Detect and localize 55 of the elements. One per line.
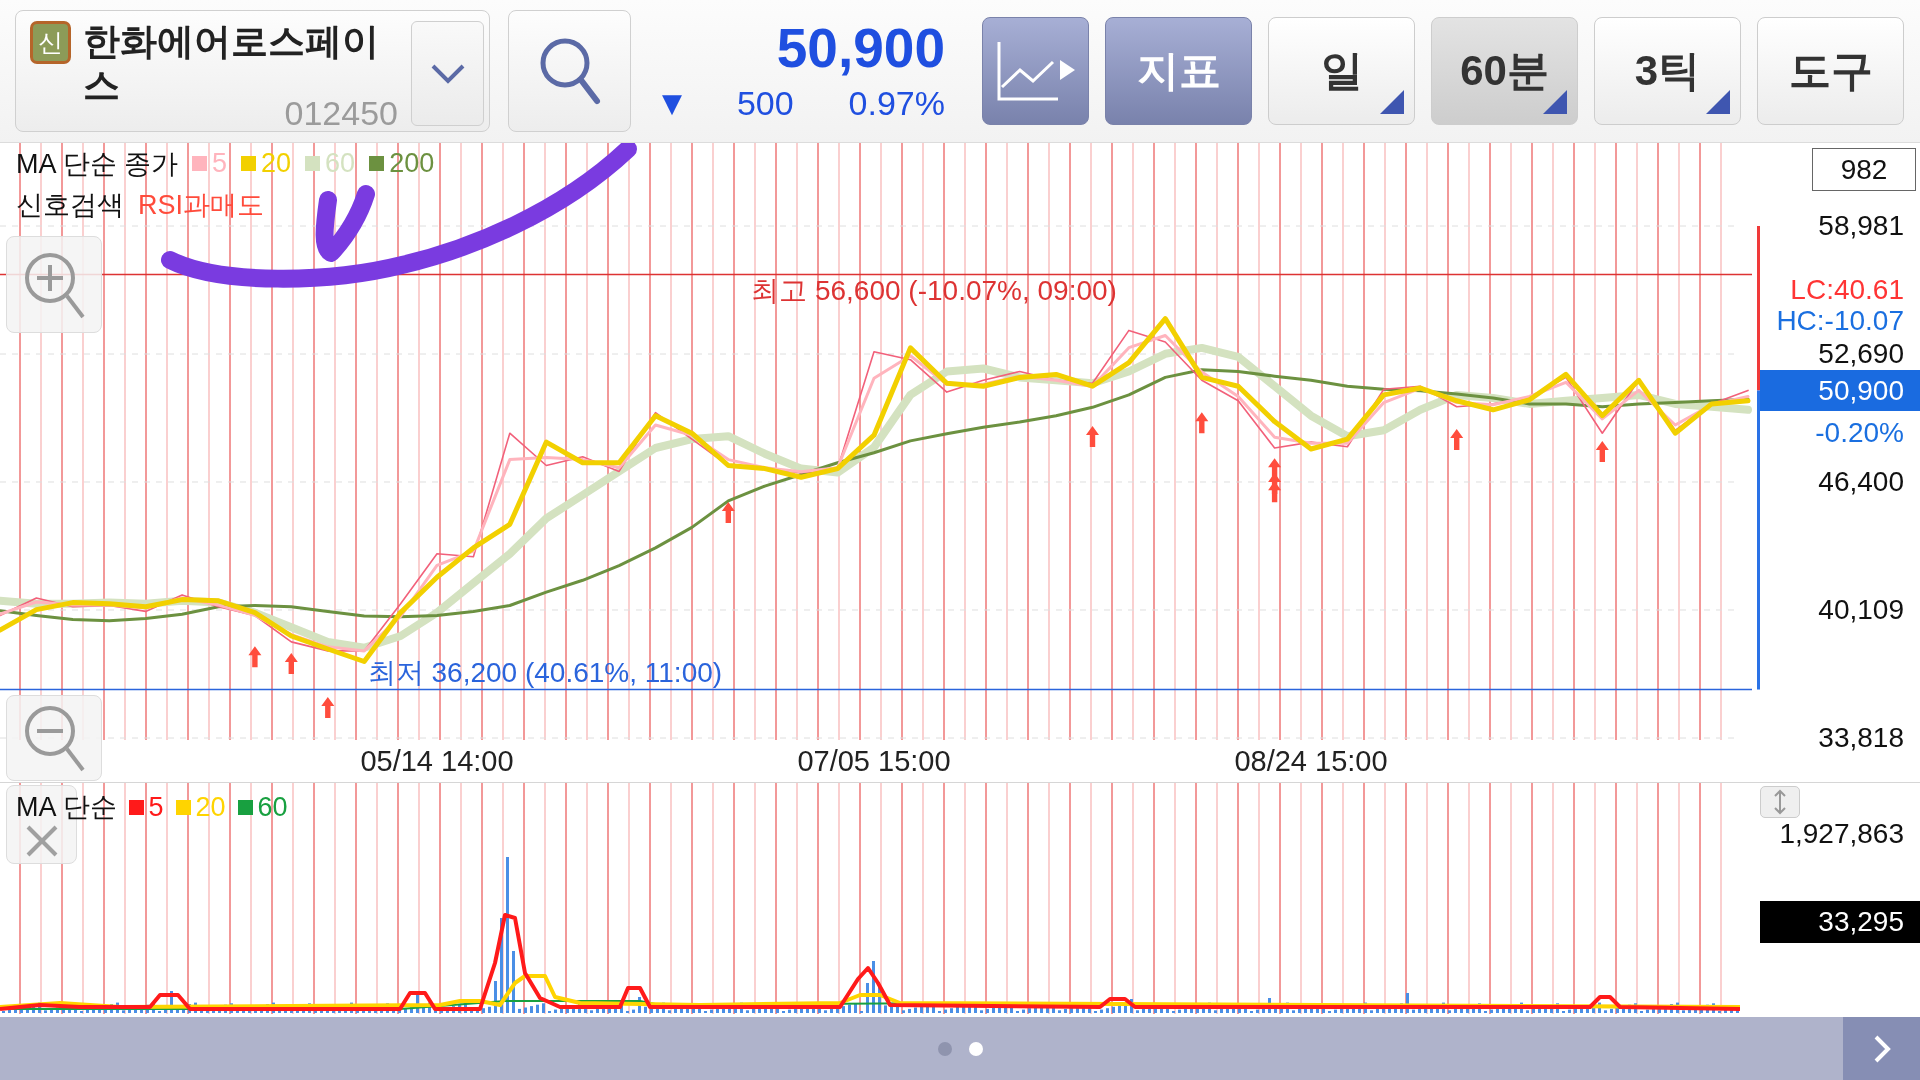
next-page-button[interactable]: [1843, 1017, 1920, 1080]
signal-name: RSI과매도: [138, 188, 264, 222]
signal-label: 신호검색: [16, 188, 124, 222]
period-tab[interactable]: 60분: [1431, 17, 1578, 125]
period-tab[interactable]: 일: [1268, 17, 1415, 125]
range-stat-label: LC:40.61: [1790, 274, 1904, 306]
axis-tick-label: 33,818: [1818, 723, 1904, 753]
zoom-in-button[interactable]: [6, 236, 102, 333]
legend-label: 5: [212, 148, 228, 179]
up-down-arrow-icon: [1772, 789, 1788, 815]
axis-tick-label: 1,927,863: [1779, 819, 1904, 849]
corner-triangle-icon: [1543, 90, 1567, 114]
current-price: 50,900: [776, 19, 945, 77]
change-percent-label: -0.20%: [1815, 418, 1904, 449]
chevron-right-icon: [1872, 1033, 1891, 1064]
axis-tick-label: 05/14 14:00: [360, 744, 514, 779]
axis-tick-label: 07/05 15:00: [797, 744, 951, 779]
corner-triangle-icon: [1706, 90, 1730, 114]
corner-triangle-icon: [1380, 90, 1404, 114]
price-level-label: 최저 36,200 (40.61%, 11:00): [367, 656, 723, 689]
legend-label: 20: [195, 792, 226, 822]
current-price-tag: 50,900: [1760, 369, 1920, 411]
stock-flag-badge: 신: [30, 21, 71, 64]
chevron-down-icon: [430, 63, 465, 84]
legend-label: 60: [325, 148, 356, 179]
chart-type-button[interactable]: [982, 17, 1089, 125]
legend-label: 200: [389, 148, 435, 179]
scale-toggle-button[interactable]: [1760, 786, 1800, 818]
axis-tick-label: 40,109: [1818, 595, 1904, 625]
legend-label: 60: [257, 792, 288, 822]
axis-tick-label: 08/24 15:00: [1234, 744, 1388, 779]
search-icon: [538, 37, 601, 105]
axis-tick-label: 58,981: [1818, 211, 1904, 241]
period-tab[interactable]: 3틱: [1594, 17, 1741, 125]
legend-title: MA 단순 종가: [16, 147, 178, 181]
dropdown-button[interactable]: [411, 21, 484, 126]
close-icon: [25, 825, 58, 857]
axis-tick-label: 52,690: [1818, 339, 1904, 369]
range-stat-label: HC:-10.07: [1776, 305, 1904, 337]
price-level-label: 최고 56,600 (-10.07%, 09:00): [751, 275, 1117, 308]
current-volume-tag: 33,295: [1760, 901, 1920, 943]
count-field[interactable]: 982: [1812, 148, 1916, 191]
page-dot[interactable]: [968, 1041, 983, 1056]
change-amount: 500: [736, 83, 794, 123]
page-dot[interactable]: [937, 1041, 952, 1056]
search-button[interactable]: [508, 10, 631, 132]
tools-button[interactable]: 도구: [1757, 17, 1904, 125]
axis-tick-label: 46,400: [1818, 467, 1904, 497]
legend-label: 5: [148, 792, 164, 822]
zoom-out-icon: [22, 703, 86, 773]
change-sign: ▼: [662, 87, 682, 120]
legend-title: MA 단순: [16, 792, 117, 822]
legend-label: 20: [261, 148, 292, 179]
change-rate: 0.97%: [848, 83, 945, 123]
line-chart-icon: [995, 40, 1076, 102]
